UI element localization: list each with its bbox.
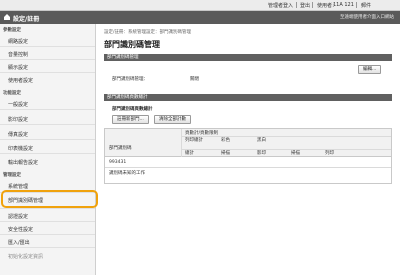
- col-header-dept: 部門識別碼: [109, 146, 132, 151]
- selection-highlight: [1, 190, 98, 208]
- main-content: 設定/註冊：系統管理設定：部門識別碼管理 部門識別碼管理 部門識別碼管理 編輯.…: [104, 24, 396, 275]
- breadcrumb: 設定/註冊：系統管理設定：部門識別碼管理: [104, 30, 192, 35]
- sidebar-heading-functions: 功能設定: [3, 91, 21, 96]
- divider: [181, 129, 182, 157]
- sidebar-item-printer[interactable]: 印表機設定: [8, 145, 94, 152]
- divider: [0, 153, 95, 154]
- sidebar-item-auth[interactable]: 認證設定: [8, 213, 94, 220]
- sidebar-item-general[interactable]: 一般設定: [8, 101, 94, 108]
- sidebar: 參數設定 網路設定 音量控制 顯示設定 使用者設定 功能設定 一般設定 影印設定…: [0, 24, 96, 275]
- dept-mgmt-label: 部門識別碼管理：: [112, 77, 148, 82]
- table-header: 頁數計/頁數限制 列印總計 彩色 黑白 部門識別碼 總計 掃描 影印 掃描 列印: [105, 129, 391, 157]
- divider: [0, 221, 95, 222]
- table-row-dept[interactable]: 993431: [109, 160, 126, 165]
- divider: [0, 247, 95, 248]
- mail-link[interactable]: 郵件: [361, 2, 371, 9]
- col-header-color: 彩色: [221, 138, 230, 143]
- edit-button[interactable]: 編輯...: [358, 65, 382, 74]
- col-header-scan: 掃描: [221, 151, 230, 156]
- col-header-print: 列印: [325, 151, 334, 156]
- sidebar-item-output-report[interactable]: 輸出報告設定: [8, 159, 94, 166]
- divider: [0, 234, 95, 235]
- sidebar-item-fax[interactable]: 傳真設定: [8, 131, 94, 138]
- divider: [296, 2, 297, 8]
- divider: [181, 149, 391, 150]
- sidebar-item-user[interactable]: 使用者設定: [8, 77, 94, 84]
- col-header-sum: 總計: [185, 151, 194, 156]
- col-header-copy: 影印: [257, 151, 266, 156]
- divider: [0, 72, 95, 73]
- top-bar: 管理者登入 登出 使用者： 11A 121 郵件: [0, 0, 400, 11]
- table-row-dept: 識別碼未知的工作: [109, 171, 145, 176]
- divider: [0, 109, 95, 110]
- sidebar-item-network[interactable]: 網路設定: [8, 38, 94, 45]
- title-bar: 設定/註冊 至遠端使用者介面入口網站: [0, 11, 400, 24]
- register-dept-button[interactable]: 註冊新部門...: [112, 115, 149, 124]
- divider: [0, 59, 95, 60]
- sidebar-item-system[interactable]: 系統管理: [8, 183, 94, 190]
- page-title: 部門識別碼管理: [104, 40, 160, 49]
- sidebar-item-volume[interactable]: 音量控制: [8, 51, 94, 58]
- clear-counts-button[interactable]: 清除全部計數: [154, 115, 191, 124]
- col-header-print-total: 列印總計: [185, 138, 203, 143]
- page-section-title: 設定/註冊: [13, 16, 40, 23]
- subsection-title: 部門識別碼頁數總計: [112, 107, 153, 112]
- sidebar-heading-preferences: 參數設定: [3, 28, 21, 33]
- divider: [105, 167, 391, 168]
- col-header-bw: 黑白: [257, 138, 266, 143]
- username: 11A 121: [333, 2, 354, 8]
- divider: [0, 139, 95, 140]
- sidebar-item-import-export[interactable]: 匯入/匯出: [8, 239, 94, 246]
- sidebar-item-display[interactable]: 顯示設定: [8, 64, 94, 71]
- dept-table: 頁數計/頁數限制 列印總計 彩色 黑白 部門識別碼 總計 掃描 影印 掃描 列印…: [104, 128, 392, 184]
- section-header-dept-mgmt: 部門識別碼管理: [104, 54, 392, 61]
- sidebar-heading-management: 管理設定: [3, 173, 21, 178]
- section-header-page-totals: 部門識別碼頁數總計: [104, 94, 392, 101]
- col-header-scan-2: 掃描: [291, 151, 300, 156]
- home-icon[interactable]: [3, 13, 11, 21]
- admin-login-link[interactable]: 管理者登入: [268, 2, 293, 9]
- divider: [0, 46, 95, 47]
- logout-link[interactable]: 登出: [300, 2, 310, 9]
- divider: [356, 2, 357, 8]
- sidebar-item-initialize[interactable]: 初始化設定資訊: [8, 253, 94, 260]
- divider: [0, 124, 95, 125]
- sidebar-item-security[interactable]: 安全性設定: [8, 226, 94, 233]
- divider: [181, 136, 391, 137]
- divider: [312, 2, 313, 8]
- dept-mgmt-value: 關閉: [190, 77, 199, 82]
- divider: [0, 208, 95, 209]
- portal-link[interactable]: 至遠端使用者介面入口網站: [340, 14, 394, 20]
- sidebar-item-copy[interactable]: 影印設定: [8, 116, 94, 123]
